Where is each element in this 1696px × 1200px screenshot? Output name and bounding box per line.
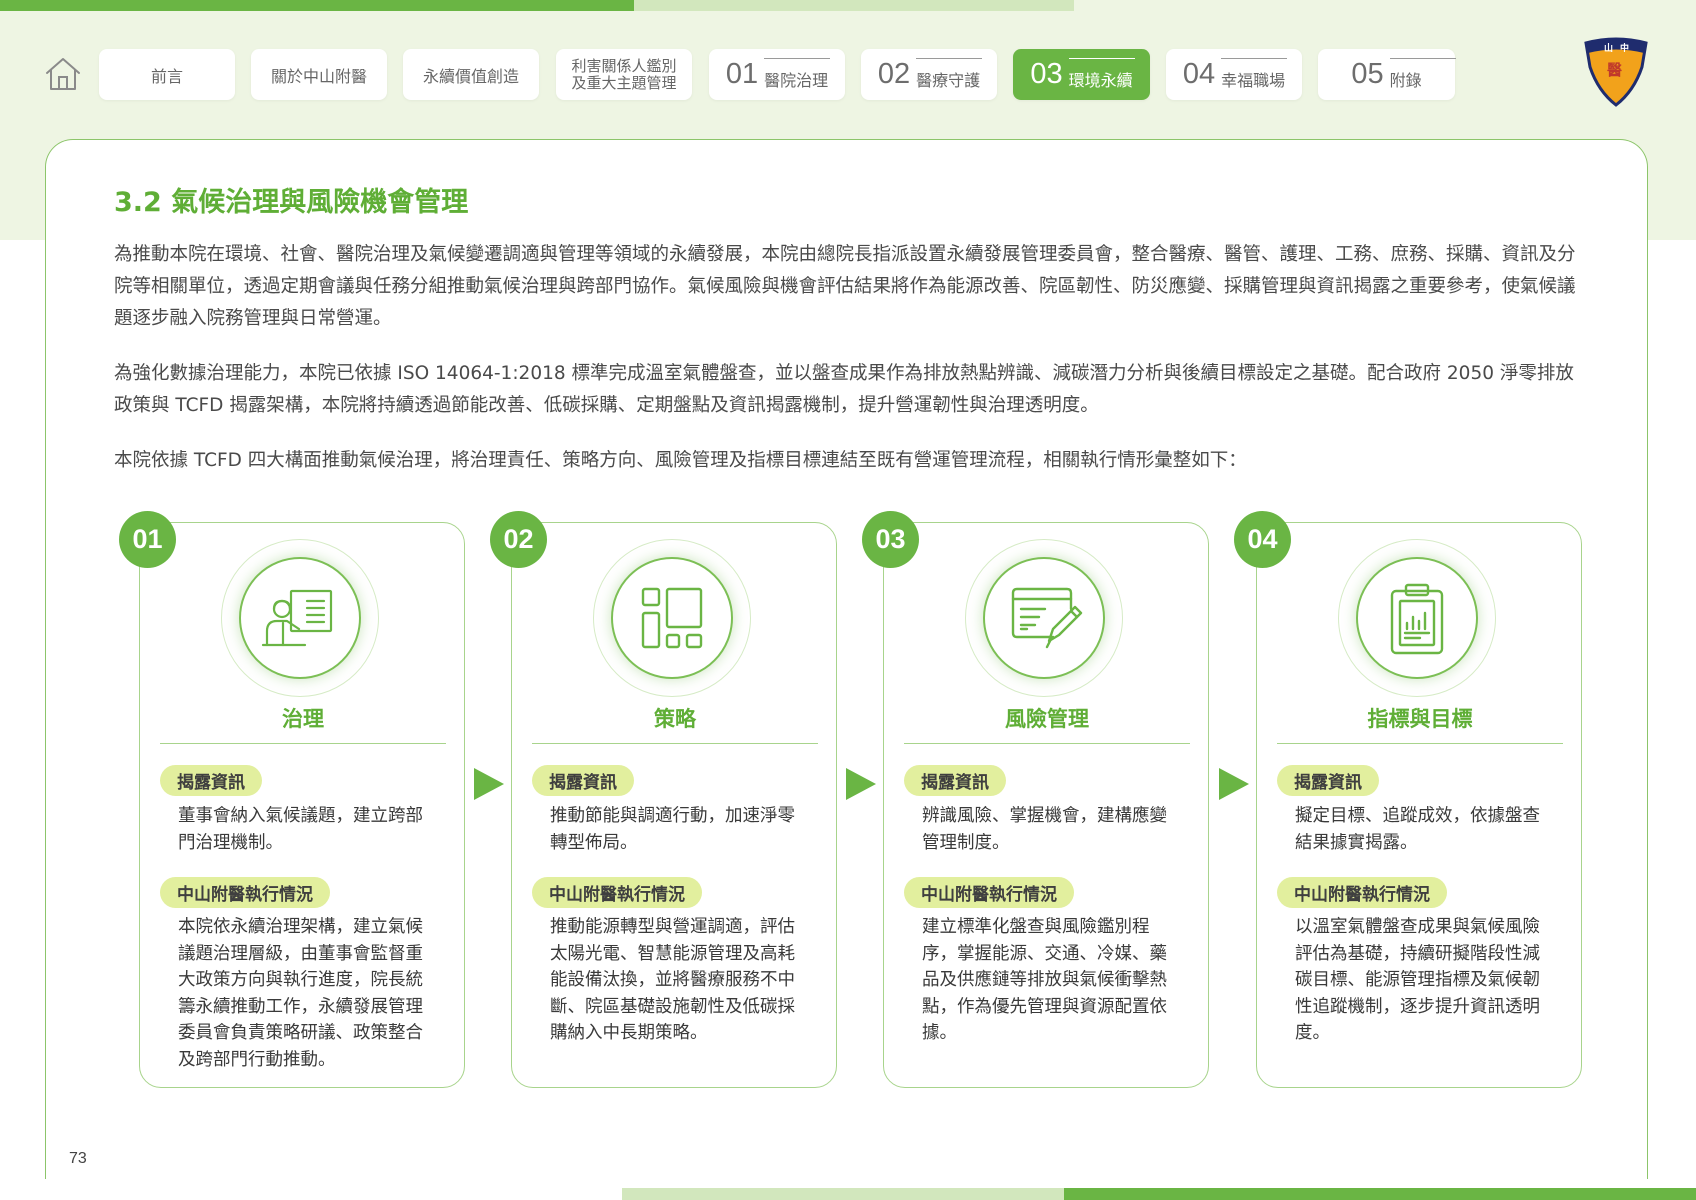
implementation-label: 中山附醫執行情況 [532, 877, 702, 908]
section-title: 3.2 氣候治理與風險機會管理 [114, 187, 469, 218]
step-number-badge: 04 [1234, 511, 1291, 568]
tcfd-step-strategy: 策略 揭露資訊 推動節能與調適行動，加速淨零轉型佈局。 中山附醫執行情況 推動能… [511, 522, 837, 1088]
tab-label: 環境永續 [1068, 58, 1135, 91]
presentation-person-icon [261, 589, 333, 647]
tab-02-medical-care[interactable]: 02 醫療守護 [861, 49, 997, 100]
arrow-right-icon [474, 768, 504, 800]
tab-stakeholders[interactable]: 利害關係人鑑別 及重大主題管理 [556, 49, 692, 100]
svg-text:山: 山 [1604, 42, 1613, 54]
tab-stakeholders-line2: 及重大主題管理 [571, 73, 677, 92]
tab-03-environment[interactable]: 03 環境永續 [1013, 49, 1150, 100]
tab-04-workplace[interactable]: 04 幸福職場 [1166, 49, 1302, 100]
disclosure-text: 董事會納入氣候議題，建立跨部門治理機制。 [178, 806, 423, 853]
tab-number: 01 [725, 58, 759, 90]
tab-preface[interactable]: 前言 [99, 49, 235, 100]
tab-05-appendix[interactable]: 05 附錄 [1318, 49, 1456, 100]
icon-ring [593, 539, 751, 697]
dashboard-layout-icon [641, 587, 703, 649]
tab-about[interactable]: 關於中山附醫 [251, 49, 387, 100]
bottom-accent-bar [1064, 1188, 1696, 1200]
page-number: 73 [69, 1150, 87, 1167]
disclosure-label: 揭露資訊 [904, 765, 1006, 796]
tab-number: 02 [877, 58, 911, 90]
tab-label: 醫院治理 [764, 58, 831, 91]
step-title: 治理 [160, 703, 446, 744]
home-icon[interactable] [44, 55, 82, 93]
implementation-label: 中山附醫執行情況 [160, 877, 330, 908]
step-number-badge: 01 [119, 511, 176, 568]
top-accent-bar [0, 0, 634, 11]
disclosure-text: 推動節能與調適行動，加速淨零轉型佈局。 [550, 806, 795, 853]
disclosure-text: 辨識風險、掌握機會，建構應變管理制度。 [922, 806, 1167, 853]
tab-value-creation[interactable]: 永續價值創造 [403, 49, 539, 100]
step-number-badge: 03 [862, 511, 919, 568]
tab-number: 03 [1030, 58, 1063, 90]
arrow-right-icon [846, 768, 876, 800]
implementation-text: 建立標準化盤查與風險鑑別程序，掌握能源、交通、冷媒、藥品及供應鏈等排放與氣候衝擊… [922, 917, 1167, 1043]
tab-number: 04 [1182, 58, 1216, 90]
tcfd-step-risk-management: 風險管理 揭露資訊 辨識風險、掌握機會，建構應變管理制度。 中山附醫執行情況 建… [883, 522, 1209, 1088]
bottom-accent-bar-light [622, 1188, 1064, 1200]
icon-ring [221, 539, 379, 697]
tab-label: 幸福職場 [1221, 58, 1288, 91]
implementation-label: 中山附醫執行情況 [1277, 877, 1447, 908]
intro-paragraph-1: 為推動本院在環境、社會、醫院治理及氣候變遷調適與管理等領域的永續發展，本院由總院… [114, 244, 1576, 329]
disclosure-label: 揭露資訊 [532, 765, 634, 796]
step-title: 策略 [532, 703, 818, 744]
svg-text:中: 中 [1620, 42, 1629, 54]
implementation-label: 中山附醫執行情況 [904, 877, 1074, 908]
hospital-emblem-icon[interactable]: 山 中 醫 [1584, 37, 1648, 107]
step-title: 指標與目標 [1277, 703, 1563, 744]
icon-ring [965, 539, 1123, 697]
top-accent-bar-light [634, 0, 1074, 11]
step-number-badge: 02 [490, 511, 547, 568]
implementation-text: 推動能源轉型與營運調適，評估太陽光電、智慧能源管理及高耗能設備汰換，並將醫療服務… [550, 917, 795, 1043]
intro-paragraph-3: 本院依據 TCFD 四大構面推動氣候治理，將治理責任、策略方向、風險管理及指標目… [114, 450, 1247, 471]
clipboard-chart-icon [1390, 583, 1444, 655]
tab-label: 附錄 [1389, 58, 1456, 91]
disclosure-text: 擬定目標、追蹤成效，依據盤查結果據實揭露。 [1295, 806, 1540, 853]
intro-paragraph-2: 為強化數據治理能力，本院已依據 ISO 14064-1:2018 標準完成溫室氣… [114, 363, 1574, 416]
implementation-text: 以溫室氣體盤查成果與氣候風險評估為基礎，持續研擬階段性減碳目標、能源管理指標及氣… [1295, 917, 1540, 1043]
tab-label: 醫療守護 [916, 58, 983, 91]
tcfd-step-governance: 治理 揭露資訊 董事會納入氣候議題，建立跨部門治理機制。 中山附醫執行情況 本院… [139, 522, 465, 1088]
tab-number: 05 [1351, 58, 1384, 90]
tab-stakeholders-line1: 利害關係人鑑別 [571, 56, 677, 75]
icon-ring [1338, 539, 1496, 697]
disclosure-label: 揭露資訊 [160, 765, 262, 796]
arrow-right-icon [1219, 768, 1249, 800]
implementation-text: 本院依永續治理架構，建立氣候議題治理層級，由董事會監督重大政策方向與執行進度，院… [178, 917, 423, 1070]
document-edit-icon [1011, 587, 1083, 649]
step-title: 風險管理 [904, 703, 1190, 744]
tab-01-governance[interactable]: 01 醫院治理 [709, 49, 845, 100]
disclosure-label: 揭露資訊 [1277, 765, 1379, 796]
tcfd-step-metrics-targets: 指標與目標 揭露資訊 擬定目標、追蹤成效，依據盤查結果據實揭露。 中山附醫執行情… [1256, 522, 1582, 1088]
svg-text:醫: 醫 [1607, 61, 1622, 79]
